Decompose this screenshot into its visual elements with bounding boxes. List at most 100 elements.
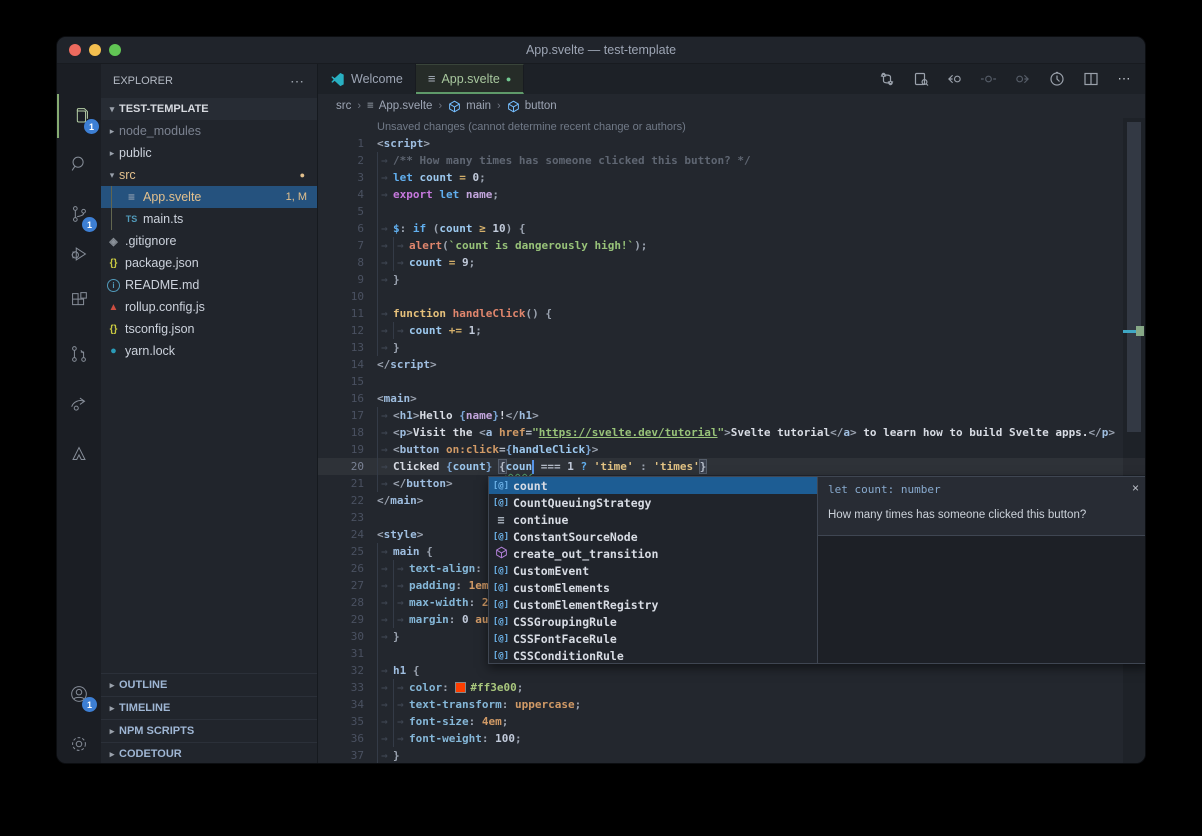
suggestion-count[interactable]: [@]count xyxy=(489,477,817,494)
code-line-3[interactable]: 3→let count = 0; xyxy=(318,169,1145,186)
sidebar-section-codetour[interactable]: ▸CODETOUR xyxy=(101,742,317,764)
sidebar-section-npm-scripts[interactable]: ▸NPM SCRIPTS xyxy=(101,719,317,742)
suggestion-customevent[interactable]: [@]CustomEvent xyxy=(489,562,817,579)
next-change-icon[interactable] xyxy=(1014,71,1031,88)
file-row--gitignore[interactable]: ◈.gitignore xyxy=(101,230,317,252)
explorer-badge: 1 xyxy=(84,119,99,134)
code-line-19[interactable]: 19→<button on:click={handleClick}> xyxy=(318,441,1145,458)
account-icon[interactable]: 1 xyxy=(57,672,101,716)
split-editor-icon[interactable] xyxy=(1082,71,1099,88)
scrollbar-thumb[interactable] xyxy=(1127,122,1141,432)
code-line-9[interactable]: 9→} xyxy=(318,271,1145,288)
current-change-icon[interactable] xyxy=(980,71,997,88)
suggestion-customelements[interactable]: [@]customElements xyxy=(489,579,817,596)
code-line-32[interactable]: 32→h1 { xyxy=(318,662,1145,679)
suggestion-customelementregistry[interactable]: [@]CustomElementRegistry xyxy=(489,596,817,613)
file-row-rollup-config-js[interactable]: ▲rollup.config.js xyxy=(101,296,317,318)
code-line-35[interactable]: 35→→font-size: 4em; xyxy=(318,713,1145,730)
file-row-app-svelte[interactable]: ≡App.svelte1, M xyxy=(101,186,317,208)
settings-gear-icon[interactable] xyxy=(57,722,101,764)
suggestion-cssgroupingrule[interactable]: [@]CSSGroupingRule xyxy=(489,613,817,630)
workspace-root-label: TEST-TEMPLATE xyxy=(119,103,209,115)
code-line-11[interactable]: 11→function handleClick() { xyxy=(318,305,1145,322)
code-line-20[interactable]: 20→Clicked {count} {coun === 1 ? 'time' … xyxy=(318,458,1145,475)
breadcrumb-app-svelte[interactable]: ≡App.svelte xyxy=(367,100,432,112)
code-line-16[interactable]: 16<main> xyxy=(318,390,1145,407)
lightbulb-icon[interactable] xyxy=(376,461,387,472)
suggestion-constantsourcenode[interactable]: [@]ConstantSourceNode xyxy=(489,528,817,545)
source-control-icon[interactable]: 1 xyxy=(57,192,101,236)
gitlens-compare-icon[interactable] xyxy=(878,71,895,88)
minimize-window-button[interactable] xyxy=(89,44,101,56)
breadcrumb-button[interactable]: button xyxy=(507,100,557,113)
dirty-dot-icon[interactable]: ● xyxy=(506,74,511,84)
code-line-1[interactable]: 1<script> xyxy=(318,135,1145,152)
azure-icon[interactable] xyxy=(57,432,101,476)
explorer-more-actions-icon[interactable]: ⋯ xyxy=(290,73,305,90)
open-changes-icon[interactable] xyxy=(912,71,929,88)
file-row-package-json[interactable]: {}package.json xyxy=(101,252,317,274)
file-row-src[interactable]: ▾src● xyxy=(101,164,317,186)
code-line-36[interactable]: 36→→font-weight: 100; xyxy=(318,730,1145,747)
suggestion-label: count xyxy=(513,479,548,493)
suggestion-cssconditionrule[interactable]: [@]CSSConditionRule xyxy=(489,647,817,664)
code-line-17[interactable]: 17→<h1>Hello {name}!</h1> xyxy=(318,407,1145,424)
live-share-icon[interactable] xyxy=(57,382,101,426)
code-line-4[interactable]: 4→export let name; xyxy=(318,186,1145,203)
chevron-down-icon: ▾ xyxy=(105,104,119,115)
file-row-readme-md[interactable]: iREADME.md xyxy=(101,274,317,296)
code-line-12[interactable]: 12→→count += 1; xyxy=(318,322,1145,339)
symbol-variable-icon: [@] xyxy=(489,651,513,661)
tab-app-svelte[interactable]: ≡ App.svelte ● xyxy=(416,64,524,94)
close-window-button[interactable] xyxy=(69,44,81,56)
workspace-root-row[interactable]: ▾ TEST-TEMPLATE xyxy=(101,98,317,120)
explorer-icon[interactable]: 1 xyxy=(57,94,103,138)
timer-icon[interactable] xyxy=(1048,71,1065,88)
code-line-5[interactable]: 5 xyxy=(318,203,1145,220)
chevron-right-icon: ▸ xyxy=(105,703,119,714)
maximize-window-button[interactable] xyxy=(109,44,121,56)
code-line-37[interactable]: 37→} xyxy=(318,747,1145,764)
code-line-34[interactable]: 34→→text-transform: uppercase; xyxy=(318,696,1145,713)
code-line-18[interactable]: 18→<p>Visit the <a href="https://svelte.… xyxy=(318,424,1145,441)
file-row-node-modules[interactable]: ▸node_modules xyxy=(101,120,317,142)
suggestion-label: CSSConditionRule xyxy=(513,649,624,663)
suggestion-cssfontfacerule[interactable]: [@]CSSFontFaceRule xyxy=(489,630,817,647)
run-debug-icon[interactable] xyxy=(57,232,101,276)
file-row-yarn-lock[interactable]: ●yarn.lock xyxy=(101,340,317,362)
section-label: TIMELINE xyxy=(119,702,170,714)
code-line-8[interactable]: 8→→count = 9; xyxy=(318,254,1145,271)
tab-welcome[interactable]: Welcome xyxy=(318,64,416,94)
chevron-down-icon: ▾ xyxy=(105,170,119,181)
file-row-public[interactable]: ▸public xyxy=(101,142,317,164)
braces-file-icon: {} xyxy=(105,258,122,269)
code-line-33[interactable]: 33→→color: #ff3e00; xyxy=(318,679,1145,696)
suggestion-label: CSSGroupingRule xyxy=(513,615,617,629)
breadcrumb-src[interactable]: src xyxy=(336,100,351,112)
search-icon[interactable] xyxy=(57,142,101,186)
file-row-main-ts[interactable]: TSmain.ts xyxy=(101,208,317,230)
previous-change-icon[interactable] xyxy=(946,71,963,88)
code-line-14[interactable]: 14</script> xyxy=(318,356,1145,373)
code-line-13[interactable]: 13→} xyxy=(318,339,1145,356)
sidebar-section-timeline[interactable]: ▸TIMELINE xyxy=(101,696,317,719)
close-icon[interactable]: × xyxy=(1132,481,1139,495)
code-line-2[interactable]: 2→/** How many times has someone clicked… xyxy=(318,152,1145,169)
symbol-cube-icon xyxy=(489,546,513,562)
code-line-6[interactable]: 6→$: if (count ≥ 10) { xyxy=(318,220,1145,237)
file-row-tsconfig-json[interactable]: {}tsconfig.json xyxy=(101,318,317,340)
activity-bar: 1 1 xyxy=(57,64,101,764)
github-pr-icon[interactable] xyxy=(57,332,101,376)
suggestion-create_out_transition[interactable]: create_out_transition xyxy=(489,545,817,562)
sidebar-section-outline[interactable]: ▸OUTLINE xyxy=(101,673,317,696)
suggestion-label: CustomElementRegistry xyxy=(513,598,658,612)
code-line-7[interactable]: 7→→alert(`count is dangerously high!`); xyxy=(318,237,1145,254)
more-actions-icon[interactable]: ⋯ xyxy=(1116,71,1133,88)
code-line-15[interactable]: 15 xyxy=(318,373,1145,390)
extensions-icon[interactable] xyxy=(57,278,101,322)
suggestion-continue[interactable]: ≡continue xyxy=(489,511,817,528)
code-line-10[interactable]: 10 xyxy=(318,288,1145,305)
breadcrumb-main[interactable]: main xyxy=(448,100,491,113)
code-editor[interactable]: Unsaved changes (cannot determine recent… xyxy=(318,118,1145,764)
suggestion-countqueuingstrategy[interactable]: [@]CountQueuingStrategy xyxy=(489,494,817,511)
